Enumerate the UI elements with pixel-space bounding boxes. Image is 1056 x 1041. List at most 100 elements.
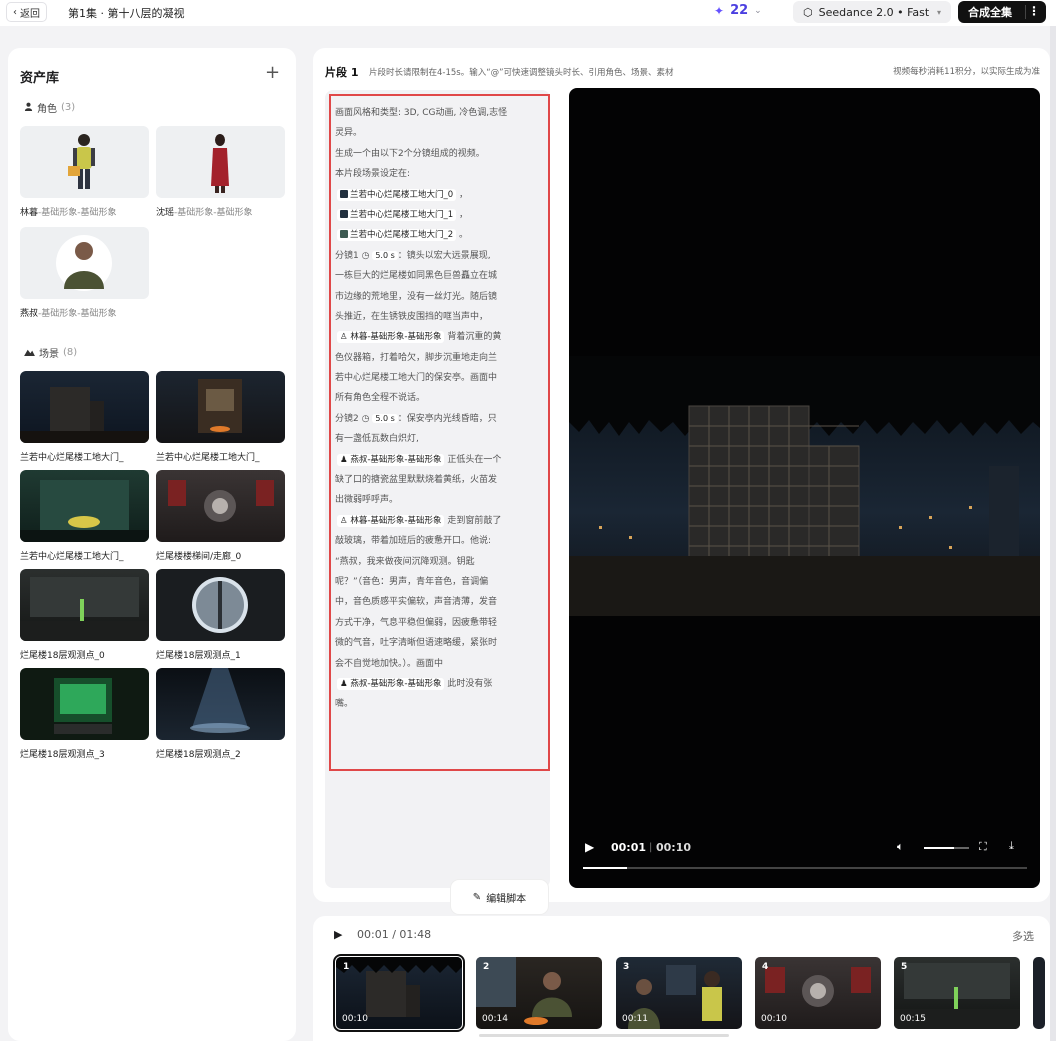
video-player[interactable]: ▶ 00:01 | 00:10 🔈︎ ⛶ ⤓ <box>569 88 1040 888</box>
scene-card[interactable]: 烂尾楼18层观测点_3 <box>20 668 149 760</box>
chevron-left-icon: ‹ <box>13 6 17 18</box>
scene-name: 兰若中心烂尾楼工地大门_ <box>156 453 260 463</box>
compose-all-button[interactable]: 合成全集 ⋮ <box>958 1 1046 23</box>
scene-reference-chip[interactable]: 兰若中心烂尾楼工地大门_1 <box>337 208 457 221</box>
script-line: 嘴。 <box>335 699 354 710</box>
scenes-header: 场景 (8) <box>24 345 77 360</box>
more-vertical-icon[interactable]: ⋮ <box>1028 4 1040 18</box>
scene-thumbnail <box>156 371 285 443</box>
character-thumbnail <box>20 227 149 299</box>
asset-library-title: 资产库 <box>20 71 60 86</box>
timeline-clip[interactable]: 5 00:15 <box>894 957 1020 1029</box>
timeline-scrollbar[interactable] <box>479 1034 729 1037</box>
clip-duration: 00:15 <box>900 1014 926 1024</box>
volume-fill <box>924 847 955 849</box>
script-line: 本片段场景设定在: <box>335 169 411 180</box>
timeline-clip[interactable]: 4 00:10 <box>755 957 881 1029</box>
character-mini-icon: ♟ <box>340 454 348 465</box>
scene-reference-chip[interactable]: 兰若中心烂尾楼工地大门_0 <box>337 188 457 201</box>
character-reference-chip[interactable]: ♟ 燕叔-基础形象-基础形象 <box>337 677 445 690</box>
character-name: 沈瑶 <box>156 208 175 218</box>
mountain-icon <box>24 347 35 359</box>
timeline-clip[interactable]: 1 00:10 <box>333 954 465 1032</box>
character-reference-chip[interactable]: ♙ 林暮-基础形象-基础形象 <box>337 514 445 527</box>
chevron-down-icon: ⌄ <box>754 5 762 16</box>
script-line: 中，音色质感平实偏软，声音清薄，发音 <box>335 597 498 608</box>
scene-card[interactable]: 烂尾楼18层观测点_2 <box>156 668 285 760</box>
shot-duration[interactable]: 5.0 s <box>372 250 398 260</box>
clock-icon: ◷ <box>361 250 370 261</box>
character-card[interactable]: 燕叔-基础形象-基础形象 <box>20 227 149 319</box>
characters-count: (3) <box>61 102 76 113</box>
character-thumbnail <box>20 126 149 198</box>
scene-image-icon <box>340 230 348 239</box>
character-card[interactable]: 林暮-基础形象-基础形象 <box>20 126 149 218</box>
model-cube-icon: ⬡ <box>803 5 813 19</box>
scene-card[interactable]: 烂尾楼楼梯间/走廊_0 <box>156 470 285 562</box>
script-line: 微的气音，吐字清晰但语速略缓，紧张时 <box>335 638 498 649</box>
scene-thumbnail <box>20 470 149 542</box>
timeline-time: 00:01 / 01:48 <box>357 928 432 941</box>
timeline-clip-partial[interactable] <box>1033 957 1045 1029</box>
character-card[interactable]: 沈瑶-基础形象-基础形象 <box>156 126 285 218</box>
scene-thumbnail <box>20 569 149 641</box>
scene-card[interactable]: 烂尾楼18层观测点_0 <box>20 569 149 661</box>
script-line: 头推近，在生锈铁皮围挡的哐当声中， <box>335 311 489 322</box>
play-icon[interactable]: ▶ <box>334 928 342 941</box>
segment-hint: 片段时长请限制在4-15s。输入“@”可快速调整镜头时长、引用角色、场景、素材 <box>369 68 674 78</box>
clip-duration: 00:11 <box>622 1014 648 1024</box>
volume-slider[interactable] <box>924 847 969 849</box>
script-text[interactable]: 画面风格和类型: 3D, CG动画, 冷色调,志怪 灵异。 生成一个由以下2个分… <box>335 103 540 715</box>
script-line: 有一盏低瓦数白炽灯, <box>335 434 419 445</box>
scene-thumbnail <box>156 470 285 542</box>
character-sub: -基础形象-基础形象 <box>38 309 117 319</box>
scene-name: 烂尾楼18层观测点_2 <box>156 750 241 760</box>
characters-header: 角色 (3) <box>24 100 75 115</box>
scene-reference-chip[interactable]: 兰若中心烂尾楼工地大门_2 <box>337 229 457 242</box>
playback-progress-bar[interactable] <box>583 867 1027 869</box>
clip-number: 4 <box>762 962 769 972</box>
download-icon[interactable]: ⤓ <box>1009 839 1014 853</box>
timeline-clip[interactable]: 2 00:14 <box>476 957 602 1029</box>
credits-selector[interactable]: ✦ 22 ⌄ <box>714 3 762 18</box>
character-sub: -基础形象-基础形象 <box>38 208 117 218</box>
character-reference-chip[interactable]: ♙ 林暮-基础形象-基础形象 <box>337 331 445 344</box>
script-line: 生成一个由以下2个分镜组成的视频。 <box>335 148 485 159</box>
character-name: 燕叔 <box>20 309 39 319</box>
script-line: “燕叔，我来做夜间沉降观测。钥匙 <box>335 556 475 567</box>
scene-card[interactable]: 兰若中心烂尾楼工地大门_ <box>156 371 285 463</box>
timeline-panel: ▶ 00:01 / 01:48 多选 1 00:10 2 00:14 3 00:… <box>313 916 1050 1041</box>
person-icon <box>24 102 33 114</box>
back-button[interactable]: ‹ 返回 <box>6 2 47 22</box>
multi-select-button[interactable]: 多选 <box>1012 928 1034 944</box>
chevron-down-icon: ▾ <box>936 7 941 17</box>
segment-title: 片段 1 <box>325 66 359 79</box>
script-line: 敲玻璃，带着加班后的疲惫开口。他说: <box>335 536 492 547</box>
current-time: 00:01 <box>611 841 647 854</box>
character-thumbnail <box>156 126 285 198</box>
scene-card[interactable]: 兰若中心烂尾楼工地大门_ <box>20 470 149 562</box>
play-icon[interactable]: ▶ <box>585 840 594 854</box>
sparkle-icon: ✦ <box>714 3 725 18</box>
total-time: 00:10 <box>656 841 692 854</box>
character-reference-chip[interactable]: ♟ 燕叔-基础形象-基础形象 <box>337 453 445 466</box>
scene-name: 兰若中心烂尾楼工地大门_ <box>20 453 124 463</box>
scene-thumbnail <box>156 668 285 740</box>
compose-label: 合成全集 <box>968 6 1012 19</box>
scene-name: 烂尾楼18层观测点_1 <box>156 651 241 661</box>
timeline-clip[interactable]: 3 00:11 <box>616 957 742 1029</box>
plus-icon[interactable]: + <box>265 62 280 83</box>
fullscreen-icon[interactable]: ⛶ <box>979 840 987 854</box>
script-line: 灵异。 <box>335 128 363 139</box>
scene-card[interactable]: 烂尾楼18层观测点_1 <box>156 569 285 661</box>
character-sub: -基础形象-基础形象 <box>174 208 253 218</box>
scenes-label: 场景 <box>39 349 59 360</box>
scene-name: 兰若中心烂尾楼工地大门_ <box>20 552 124 562</box>
scene-card[interactable]: 兰若中心烂尾楼工地大门_ <box>20 371 149 463</box>
edit-script-button[interactable]: ✎ 编辑脚本 <box>451 880 548 914</box>
shot-duration[interactable]: 5.0 s <box>372 413 398 423</box>
model-selector[interactable]: ⬡ Seedance 2.0 • Fast ▾ <box>793 1 951 23</box>
script-line: 出微弱呼呼声。 <box>335 495 399 506</box>
volume-icon[interactable]: 🔈︎ <box>897 840 904 854</box>
script-editor[interactable]: 画面风格和类型: 3D, CG动画, 冷色调,志怪 灵异。 生成一个由以下2个分… <box>325 90 550 914</box>
